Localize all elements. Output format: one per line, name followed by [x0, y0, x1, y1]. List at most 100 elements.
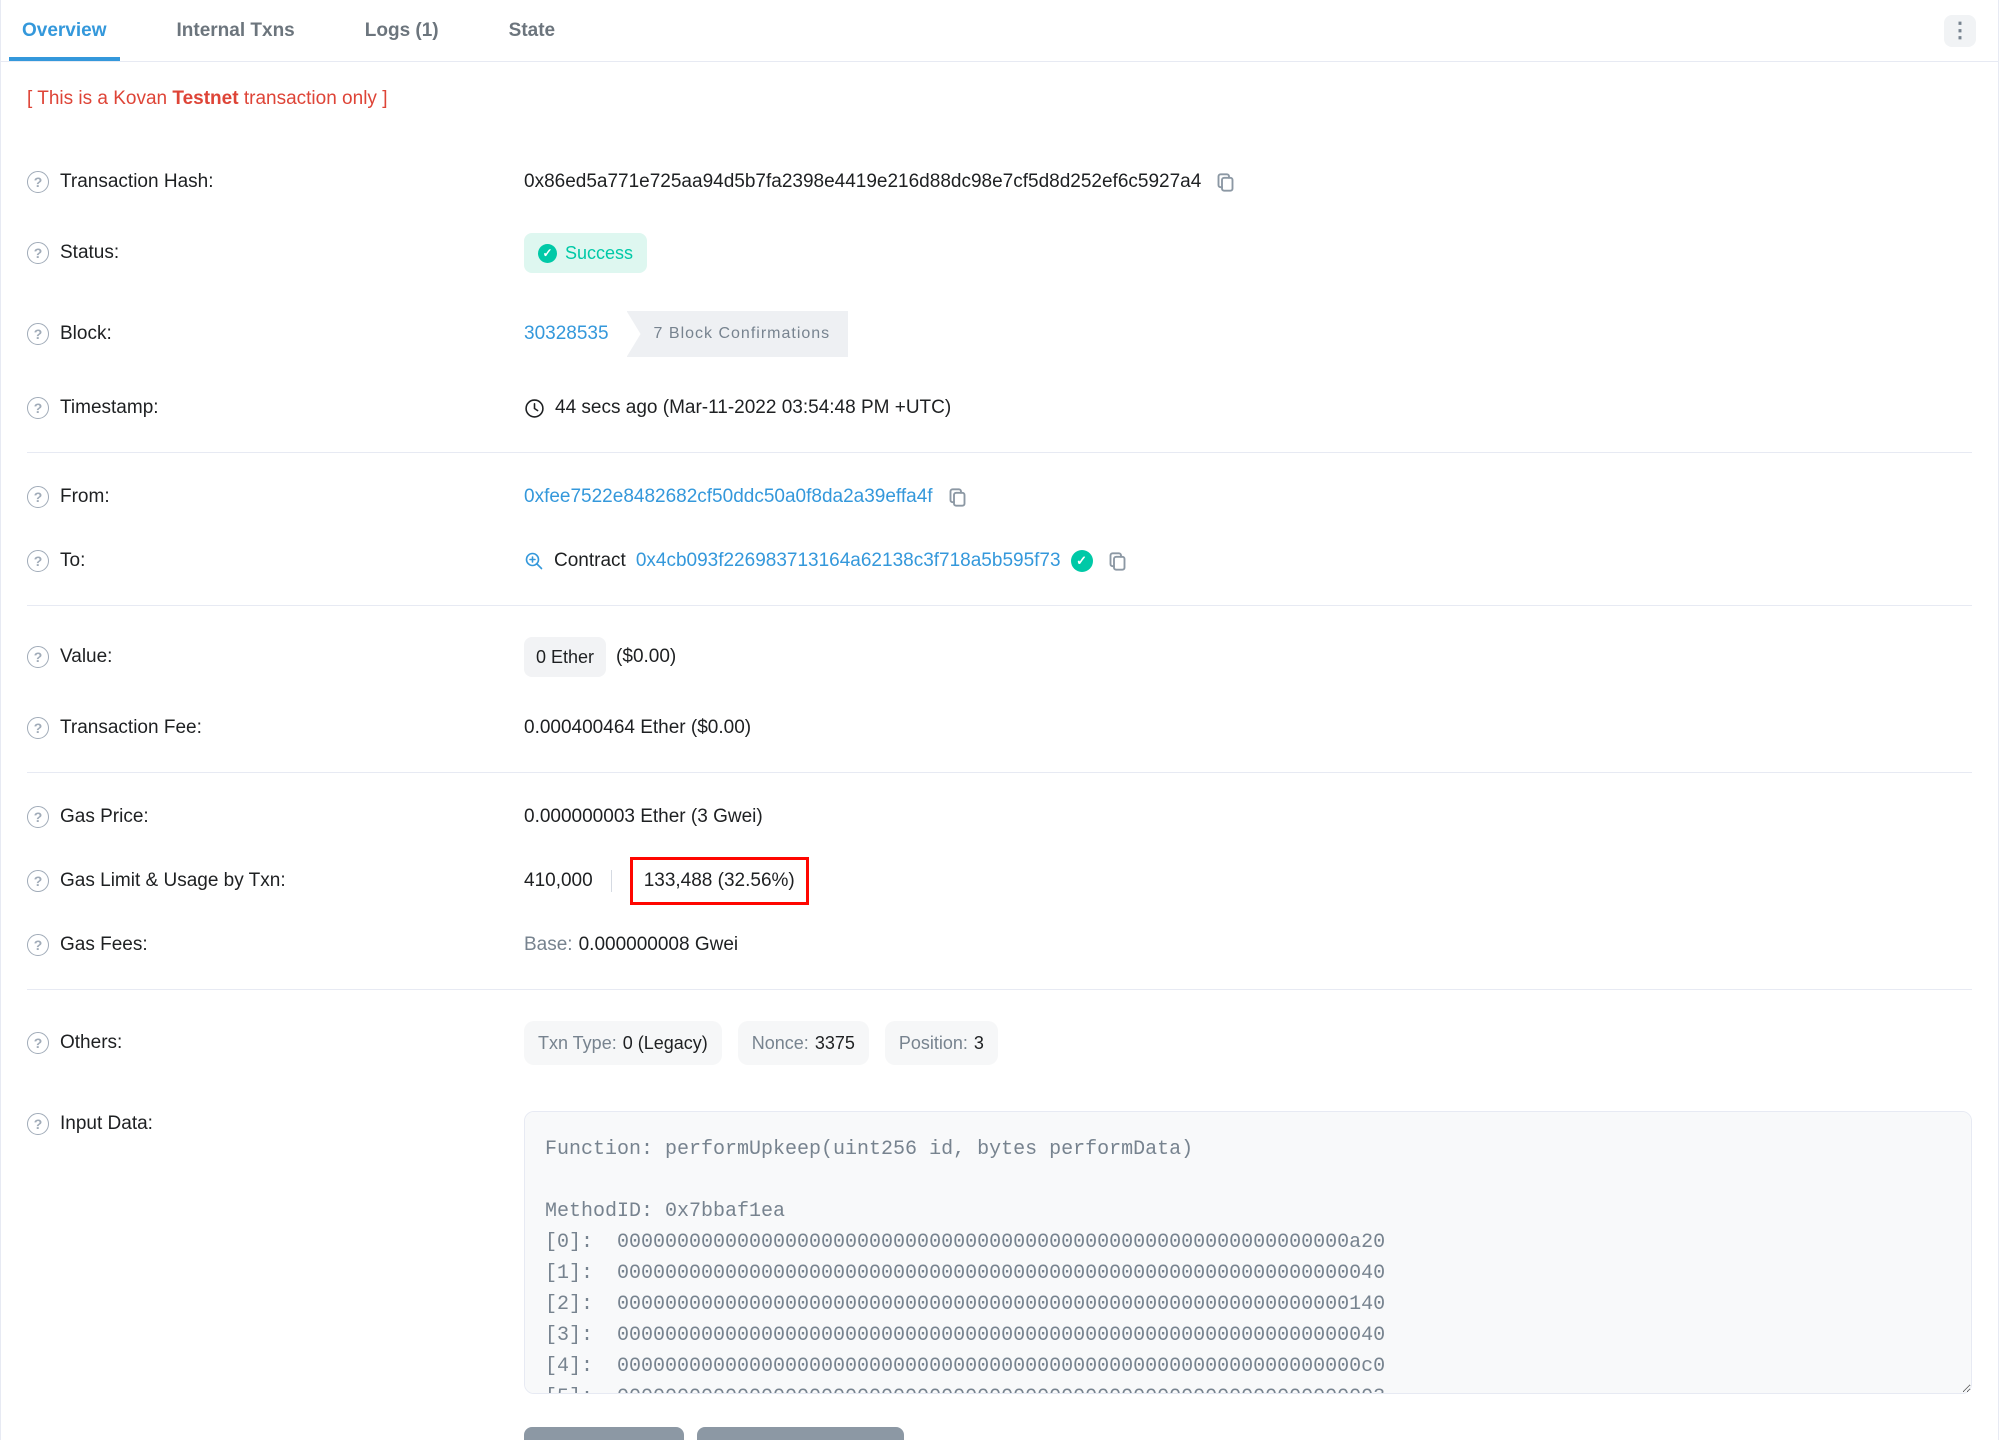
help-icon[interactable]: ?: [27, 397, 49, 419]
row-label: ? Gas Price:: [27, 804, 524, 830]
to-contract-prefix: Contract: [554, 550, 626, 571]
help-icon[interactable]: ?: [27, 171, 49, 193]
block-label: Block:: [60, 323, 112, 344]
notice-prefix: [ This is a Kovan: [27, 88, 173, 109]
help-icon[interactable]: ?: [27, 486, 49, 508]
help-icon[interactable]: ?: [27, 806, 49, 828]
clock-icon: [525, 398, 544, 418]
gas-fees-label: Gas Fees:: [60, 934, 148, 955]
row-label: ? Others:: [27, 1030, 524, 1056]
copy-icon: [949, 487, 965, 507]
input-data-actions: View Input As Decode Input Data: [524, 1427, 1972, 1440]
tab-internal-txns[interactable]: Internal Txns: [164, 0, 308, 61]
row-label: ? Gas Limit & Usage by Txn:: [27, 868, 524, 894]
row-gas-limit-usage: ? Gas Limit & Usage by Txn: 410,000 133,…: [27, 849, 1972, 913]
tab-bar: Overview Internal Txns Logs (1) State ⋮: [1, 0, 1998, 62]
txn-type-badge: Txn Type: 0 (Legacy): [524, 1021, 722, 1065]
ether-value-badge: 0 Ether: [524, 637, 607, 677]
position-key: Position:: [898, 1033, 968, 1053]
testnet-notice: [ This is a Kovan Testnet transaction on…: [27, 88, 1972, 110]
decode-input-data-button[interactable]: Decode Input Data: [696, 1427, 904, 1440]
to-address-link[interactable]: 0x4cb093f226983713164a62138c3f718a5b595f…: [636, 548, 1061, 574]
transaction-hash-label: Transaction Hash:: [60, 171, 214, 192]
notice-bold: Testnet: [172, 88, 239, 109]
txn-type-value: 0 (Legacy): [622, 1033, 708, 1053]
gas-price-value: 0.000000003 Ether (3 Gwei): [524, 806, 763, 827]
row-transaction-hash: ? Transaction Hash: 0x86ed5a771e725aa94d…: [27, 150, 1972, 214]
to-label: To:: [60, 550, 86, 571]
help-icon[interactable]: ?: [27, 717, 49, 739]
nonce-badge: Nonce: 3375: [737, 1021, 869, 1065]
status-label: Status:: [60, 242, 120, 263]
copy-to-address-button[interactable]: [1103, 551, 1128, 572]
row-others: ? Others: Txn Type: 0 (Legacy) Nonce: 33…: [27, 1002, 1972, 1084]
help-icon[interactable]: ?: [27, 870, 49, 892]
from-label: From:: [60, 486, 110, 507]
section-divider: [27, 605, 1972, 606]
value-separator: [610, 870, 612, 892]
row-transaction-fee: ? Transaction Fee: 0.000400464 Ether ($0…: [27, 696, 1972, 760]
row-label: ? From:: [27, 484, 524, 510]
row-status: ? Status: ✓ Success: [27, 214, 1972, 292]
help-icon[interactable]: ?: [27, 550, 49, 572]
help-icon[interactable]: ?: [27, 1113, 49, 1135]
help-icon[interactable]: ?: [27, 1032, 49, 1054]
row-gas-fees: ? Gas Fees: Base: 0.000000008 Gwei: [27, 913, 1972, 977]
row-label: ? Block:: [27, 321, 524, 347]
tab-state[interactable]: State: [496, 0, 568, 61]
row-gas-price: ? Gas Price: 0.000000003 Ether (3 Gwei): [27, 785, 1972, 849]
from-address-link[interactable]: 0xfee7522e8482682cf50ddc50a0f8da2a39effa…: [524, 484, 933, 510]
block-confirmations-badge: 7 Block Confirmations: [626, 311, 849, 357]
gas-base-value: 0.000000008 Gwei: [578, 934, 739, 955]
gas-price-label: Gas Price:: [60, 806, 149, 827]
verified-contract-icon: ✓: [1070, 550, 1093, 572]
row-label: ? Gas Fees:: [27, 932, 524, 958]
help-icon[interactable]: ?: [27, 646, 49, 668]
transaction-fee-value: 0.000400464 Ether ($0.00): [524, 717, 752, 738]
gas-base-label: Base:: [524, 934, 573, 955]
tab-overview[interactable]: Overview: [9, 0, 120, 61]
txn-type-key: Txn Type:: [538, 1033, 617, 1053]
row-input-data: ? Input Data: Function: performUpkeep(ui…: [27, 1092, 1972, 1413]
nonce-value: 3375: [814, 1033, 855, 1053]
notice-suffix: transaction only ]: [238, 88, 388, 109]
row-value: ? Value: 0 Ether ($0.00): [27, 618, 1972, 696]
row-timestamp: ? Timestamp: 44 secs ago (Mar-11-2022 03…: [27, 376, 1972, 440]
input-data-textarea[interactable]: Function: performUpkeep(uint256 id, byte…: [524, 1111, 1972, 1394]
copy-txhash-button[interactable]: [1211, 172, 1236, 193]
transaction-hash-value: 0x86ed5a771e725aa94d5b7fa2398e4419e216d8…: [524, 171, 1202, 192]
row-label: ? Transaction Hash:: [27, 169, 524, 195]
transaction-overview-card: Overview Internal Txns Logs (1) State ⋮ …: [0, 0, 1999, 1440]
row-label: ? Transaction Fee:: [27, 715, 524, 741]
input-data-label: Input Data:: [60, 1113, 153, 1134]
zoom-in-icon[interactable]: [524, 551, 544, 571]
position-value: 3: [973, 1033, 984, 1053]
value-label: Value:: [60, 646, 113, 667]
row-label: ? Status:: [27, 240, 524, 266]
row-label: ? Timestamp:: [27, 395, 524, 421]
gas-limit-usage-label: Gas Limit & Usage by Txn:: [60, 870, 286, 891]
help-icon[interactable]: ?: [27, 323, 49, 345]
row-block: ? Block: 30328535 7 Block Confirmations: [27, 292, 1972, 376]
tab-logs[interactable]: Logs (1): [352, 0, 452, 61]
kebab-icon: ⋮: [1949, 19, 1971, 42]
nonce-key: Nonce:: [751, 1033, 809, 1053]
help-icon[interactable]: ?: [27, 934, 49, 956]
section-divider: [27, 772, 1972, 773]
others-label: Others:: [60, 1032, 123, 1053]
card-body: [ This is a Kovan Testnet transaction on…: [1, 88, 1998, 1440]
row-label: ? Value:: [27, 644, 524, 670]
timestamp-label: Timestamp:: [60, 397, 159, 418]
ether-value-usd: ($0.00): [616, 646, 677, 667]
row-label: ? Input Data:: [27, 1111, 524, 1137]
copy-from-address-button[interactable]: [943, 487, 968, 508]
transaction-fee-label: Transaction Fee:: [60, 717, 202, 738]
row-label: ? To:: [27, 548, 524, 574]
view-input-as-button[interactable]: View Input As: [524, 1427, 684, 1440]
help-icon[interactable]: ?: [27, 242, 49, 264]
gas-usage-highlight-box: 133,488 (32.56%): [629, 857, 809, 905]
more-options-button[interactable]: ⋮: [1944, 14, 1976, 47]
status-badge: ✓ Success: [524, 233, 648, 273]
section-divider: [27, 989, 1972, 990]
block-number-link[interactable]: 30328535: [524, 321, 609, 347]
